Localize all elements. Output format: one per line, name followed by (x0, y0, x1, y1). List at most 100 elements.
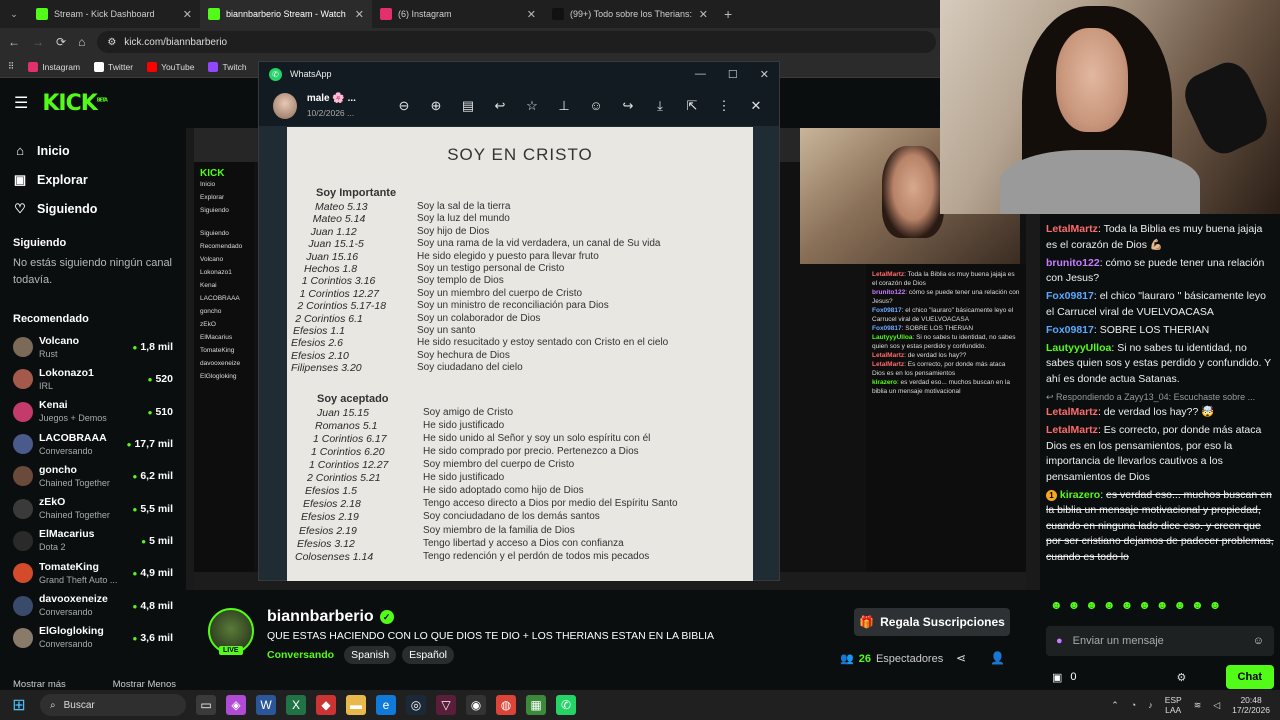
contact-avatar[interactable] (273, 93, 297, 119)
network-icon[interactable]: ◔ (1131, 700, 1136, 710)
reload-icon[interactable]: ⟳ (56, 35, 66, 49)
home-icon[interactable]: ⌂ (78, 35, 85, 49)
forward-icon[interactable]: ↪ (619, 98, 637, 114)
wifi-icon[interactable]: ≋ (1194, 700, 1202, 711)
open-external-icon[interactable]: ⇱ (683, 98, 701, 114)
browser-tab[interactable]: Stream - Kick Dashboard ✕ (28, 0, 200, 28)
follow-user-icon[interactable]: 👤 (990, 651, 1005, 665)
category-link[interactable]: Conversando (267, 649, 334, 661)
microphone-icon[interactable]: ● (1056, 635, 1063, 647)
recommended-channel[interactable]: TomateKingGrand Theft Auto ... 4,9 mil (13, 557, 173, 589)
minimize-icon[interactable]: — (695, 68, 706, 81)
emote-icon[interactable]: ☻ (1191, 598, 1204, 620)
emote-icon[interactable]: ☻ (1050, 598, 1063, 620)
bookmark-item[interactable]: Twitch (208, 61, 247, 72)
emoji-picker-icon[interactable]: ☺ (1253, 635, 1264, 647)
task-view-icon[interactable]: ▭ (196, 695, 216, 715)
chat-username[interactable]: LetalMartz (1046, 406, 1098, 418)
emote-icon[interactable]: ☻ (1173, 598, 1186, 620)
star-icon[interactable]: ☆ (523, 98, 541, 114)
chevron-up-icon[interactable]: ⌃ (1111, 700, 1119, 711)
emote-icon[interactable]: ☻ (1209, 598, 1222, 620)
close-tab-icon[interactable]: ✕ (699, 8, 708, 21)
more-options-icon[interactable]: ⋮ (715, 98, 733, 114)
zoom-out-icon[interactable]: ⊖ (395, 98, 413, 114)
app-icon[interactable]: ▽ (436, 695, 456, 715)
chat-username[interactable]: brunito122 (1046, 257, 1100, 269)
browser-tab[interactable]: (6) Instagram ✕ (372, 0, 544, 28)
forward-icon[interactable]: → (32, 35, 44, 49)
kick-logo[interactable]: KICKBETA (42, 91, 108, 116)
chat-username[interactable]: LetalMartz (1046, 424, 1098, 436)
recommended-channel[interactable]: ElGloglokingConversando 3,6 mil (13, 622, 173, 654)
taskbar-search[interactable]: ⌕ Buscar (40, 694, 186, 716)
chat-username[interactable]: kirazero (1060, 489, 1100, 501)
whatsapp-taskbar-icon[interactable]: ✆ (556, 695, 576, 715)
close-viewer-icon[interactable]: ✕ (747, 98, 765, 114)
recommended-channel[interactable]: ElMacariusDota 2 5 mil (13, 525, 173, 557)
apps-icon[interactable]: ⠿ (8, 61, 14, 72)
back-icon[interactable]: ← (8, 35, 20, 49)
edge-icon[interactable]: e (376, 695, 396, 715)
chat-settings-icon[interactable]: ⚙ (1177, 671, 1187, 684)
close-tab-icon[interactable]: ✕ (527, 8, 536, 21)
share-icon[interactable]: ⋖ (956, 651, 966, 665)
bookmark-item[interactable]: Instagram (28, 61, 80, 72)
nav-item-siguiendo[interactable]: ♡ Siguiendo (13, 194, 173, 223)
chrome-icon[interactable]: ◍ (496, 695, 516, 715)
steam-icon[interactable]: ◎ (406, 695, 426, 715)
download-icon[interactable]: ⤓ (651, 98, 669, 114)
go-to-message-icon[interactable]: ▤ (459, 98, 477, 114)
chat-input[interactable]: ● Enviar un mensaje ☺ (1046, 626, 1274, 656)
recommended-channel[interactable]: KenaiJuegos + Demos 510 (13, 396, 173, 428)
recommended-channel[interactable]: LACOBRAAAConversando 17,7 mil (13, 428, 173, 460)
tab-list-button[interactable]: ⌄ (0, 0, 28, 28)
gift-subs-button[interactable]: 🎁 Regala Suscripciones (854, 608, 1010, 636)
pin-icon[interactable]: ⊥ (555, 98, 573, 114)
chat-username[interactable]: Fox09817 (1046, 324, 1094, 336)
excel-icon[interactable]: X (286, 695, 306, 715)
emote-icon[interactable]: ☻ (1156, 598, 1169, 620)
emote-icon[interactable]: ☻ (1085, 598, 1098, 620)
close-tab-icon[interactable]: ✕ (355, 8, 364, 21)
copilot-icon[interactable]: ◈ (226, 695, 246, 715)
chat-username[interactable]: LautyyyUlloa (1046, 342, 1111, 354)
minecraft-icon[interactable]: ▦ (526, 695, 546, 715)
nav-item-inicio[interactable]: ⌂ Inicio (13, 136, 173, 165)
url-field[interactable]: ⚙ kick.com/biannbarberio (97, 31, 936, 53)
stream-tag[interactable]: Spanish (344, 646, 397, 664)
microphone-icon[interactable]: ♪ (1148, 700, 1153, 710)
chat-reply-indicator[interactable]: ↩ Respondiendo a Zayy13_04: Escuchaste s… (1046, 390, 1274, 406)
file-explorer-icon[interactable]: ▬ (346, 695, 366, 715)
nav-item-explorar[interactable]: ▣ Explorar (13, 165, 173, 194)
chat-username[interactable]: Fox09817 (1046, 290, 1094, 302)
recommended-channel[interactable]: zEkOChained Together 5,5 mil (13, 492, 173, 524)
site-info-icon[interactable]: ⚙ (107, 37, 116, 48)
language-indicator[interactable]: ESP LAA (1165, 695, 1182, 715)
recommended-channel[interactable]: VolcanoRust 1,8 mil (13, 331, 173, 363)
bookmark-item[interactable]: YouTube (147, 61, 194, 72)
streamer-name[interactable]: biannbarberio (267, 608, 374, 626)
menu-icon[interactable]: ☰ (14, 93, 28, 113)
emote-icon[interactable]: ☻ (1121, 598, 1134, 620)
volume-icon[interactable]: ◁ (1213, 700, 1220, 711)
close-tab-icon[interactable]: ✕ (183, 8, 192, 21)
emote-icon[interactable]: ☻ (1068, 598, 1081, 620)
word-icon[interactable]: W (256, 695, 276, 715)
recommended-channel[interactable]: gonchoChained Together 6,2 mil (13, 460, 173, 492)
recommended-channel[interactable]: davooxeneizeConversando 4,8 mil (13, 589, 173, 621)
recommended-channel[interactable]: Lokonazo1IRL 520 (13, 363, 173, 395)
show-less-link[interactable]: Mostrar Menos (113, 679, 176, 690)
window-close-icon[interactable]: ✕ (760, 68, 769, 81)
zoom-in-icon[interactable]: ⊕ (427, 98, 445, 114)
show-more-link[interactable]: Mostrar más (13, 679, 66, 690)
maximize-icon[interactable]: ☐ (728, 68, 738, 81)
browser-tab[interactable]: biannbarberio Stream - Watch Live on Kic… (200, 0, 372, 28)
reply-icon[interactable]: ↩ (491, 98, 509, 114)
windows-start-icon[interactable]: ⊞ (8, 695, 30, 715)
emoji-icon[interactable]: ☺ (587, 98, 605, 114)
emote-icon[interactable]: ☻ (1103, 598, 1116, 620)
chat-username[interactable]: LetalMartz (1046, 223, 1098, 235)
clock[interactable]: 20:48 17/2/2026 (1232, 695, 1270, 715)
bookmark-item[interactable]: Twitter (94, 61, 133, 72)
